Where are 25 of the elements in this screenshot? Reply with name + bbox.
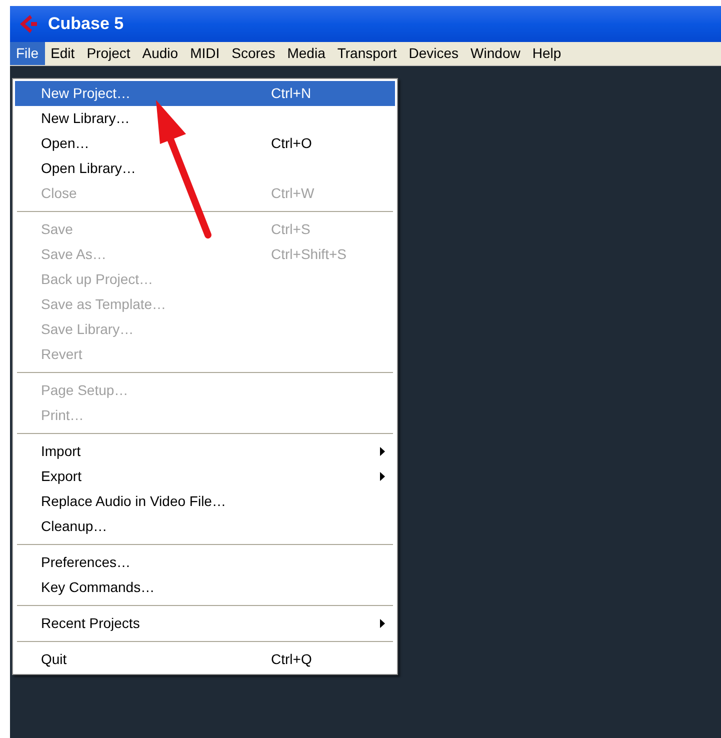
menu-bar-item[interactable]: MIDI: [184, 42, 226, 65]
menu-bar-item[interactable]: Audio: [136, 42, 184, 65]
menu-item[interactable]: Cleanup…: [15, 514, 395, 539]
menu-item[interactable]: Import: [15, 439, 395, 464]
menu-bar-item[interactable]: Scores: [226, 42, 282, 65]
menu-bar-item[interactable]: File: [10, 42, 45, 65]
app-logo-icon: [18, 14, 40, 34]
menu-item[interactable]: Key Commands…: [15, 575, 395, 600]
menu-bar-item[interactable]: Devices: [402, 42, 465, 65]
menu-item[interactable]: Export: [15, 464, 395, 489]
menu-item[interactable]: Quit Ctrl+Q: [15, 647, 395, 672]
menu-item[interactable]: Open Library…: [15, 156, 395, 181]
menu-item[interactable]: New Project… Ctrl+N: [15, 81, 395, 106]
menu-item[interactable]: Replace Audio in Video File…: [15, 489, 395, 514]
window-title: Cubase 5: [48, 13, 124, 36]
menu-item[interactable]: Open… Ctrl+O: [15, 131, 395, 156]
menu-bar-item[interactable]: Edit: [44, 42, 81, 65]
menu-item[interactable]: Preferences…: [15, 550, 395, 575]
menu-item[interactable]: Recent Projects: [15, 611, 395, 636]
menu-bar-item[interactable]: Help: [526, 42, 568, 65]
menu-bar-item[interactable]: Transport: [331, 42, 403, 65]
menu-item[interactable]: New Library…: [15, 106, 395, 131]
menu-bar-item[interactable]: Window: [464, 42, 526, 65]
menu-bar-item[interactable]: Project: [80, 42, 136, 65]
menu-bar-item[interactable]: Media: [281, 42, 332, 65]
